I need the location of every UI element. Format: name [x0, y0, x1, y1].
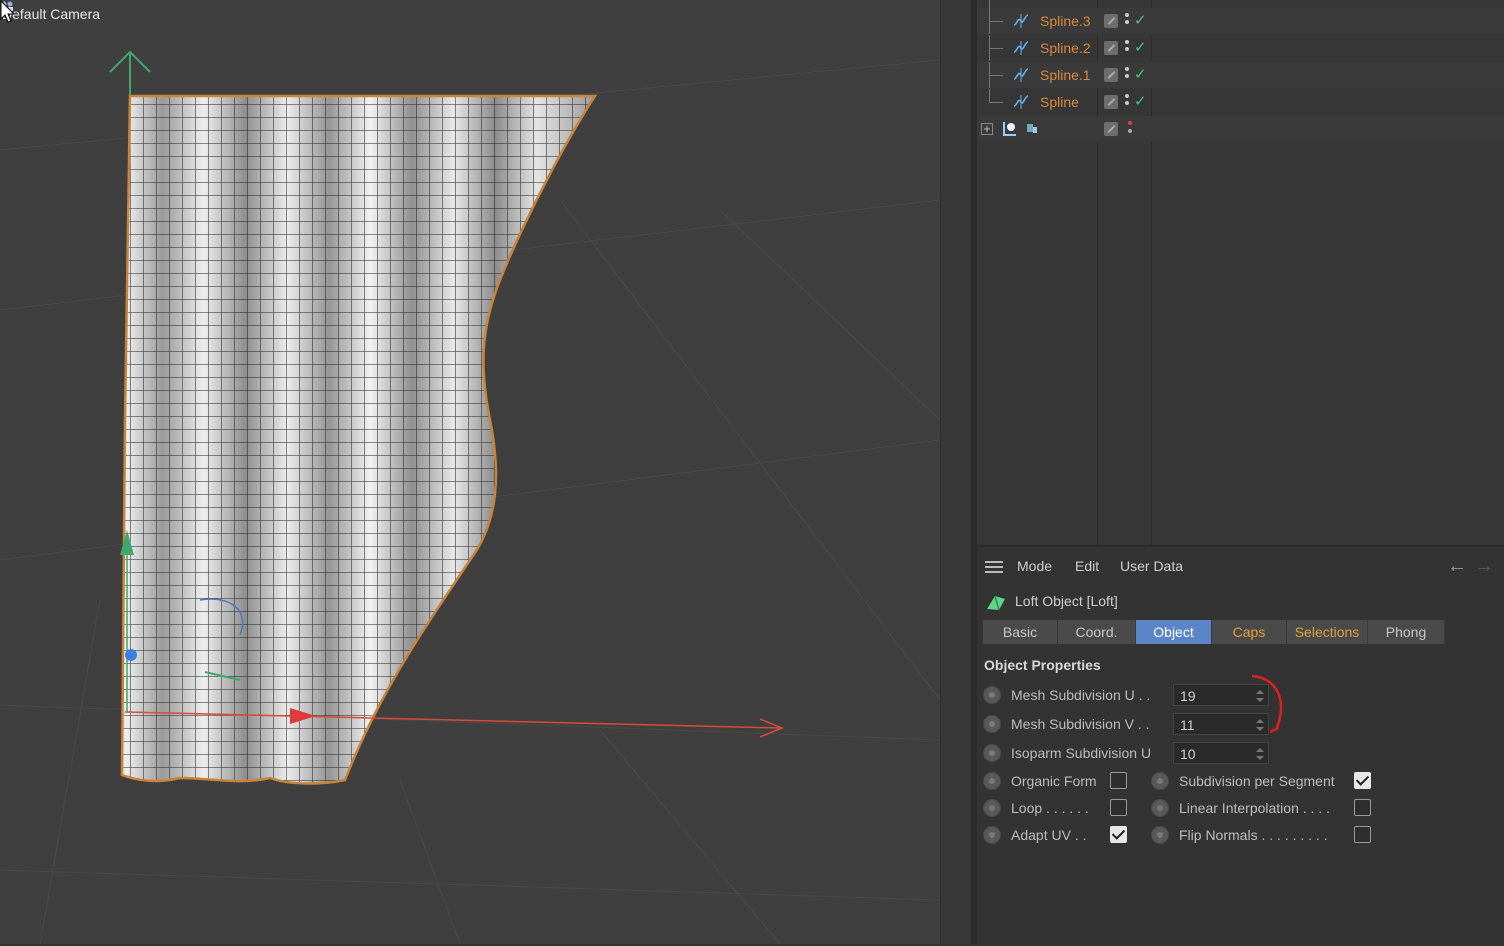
field-label: Mesh Subdivision V . .	[1011, 716, 1150, 732]
tab-phong[interactable]: Phong	[1368, 620, 1445, 644]
animate-radio-icon[interactable]	[983, 799, 1001, 817]
y-axis-arrow	[109, 50, 151, 96]
option-label: Loop . . . . . .	[1011, 800, 1089, 816]
object-name[interactable]: Spline	[1040, 94, 1079, 110]
organic-form-checkbox[interactable]	[1110, 772, 1127, 789]
layer-tag-icon[interactable]	[1104, 122, 1118, 136]
option-label: Linear Interpolation . . . .	[1179, 800, 1330, 816]
attribute-menu-bar: Mode Edit User Data ← →	[977, 553, 1504, 579]
object-name[interactable]: Spline.3	[1040, 13, 1091, 29]
option-organic-form: Organic Form	[983, 769, 1143, 793]
viewport-side-strip	[940, 0, 972, 944]
layer-tag-icon[interactable]	[1104, 95, 1118, 109]
enabled-check-icon[interactable]: ✓	[1134, 92, 1147, 110]
tab-object[interactable]: Object	[1136, 620, 1212, 644]
field-isoparm-subdivision-u: Isoparm Subdivision U 10	[983, 741, 1283, 765]
field-value: 10	[1180, 746, 1196, 762]
spline-icon	[1013, 14, 1029, 28]
object-row-spline-2[interactable]: Spline.2 ✓	[977, 35, 1504, 61]
menu-user-data[interactable]: User Data	[1120, 558, 1183, 574]
loop-checkbox[interactable]	[1110, 799, 1127, 816]
object-name[interactable]: Spline.1	[1040, 67, 1091, 83]
animate-radio-icon[interactable]	[1151, 772, 1169, 790]
menu-hamburger-icon[interactable]	[985, 561, 1003, 573]
animate-radio-icon[interactable]	[1151, 826, 1169, 844]
option-label: Subdivision per Segment	[1179, 773, 1335, 789]
tab-coord[interactable]: Coord.	[1058, 620, 1136, 644]
spline-icon	[1013, 68, 1029, 82]
animate-radio-icon[interactable]	[983, 744, 1001, 762]
spline-icon	[1013, 95, 1029, 109]
enabled-check-icon[interactable]: ✓	[1134, 65, 1147, 83]
object-manager: Spline.3 ✓ Spline.2 ✓ Spline.1 ✓ Spline …	[977, 0, 1504, 545]
animate-radio-icon[interactable]	[983, 826, 1001, 844]
menu-mode[interactable]: Mode	[1017, 558, 1052, 574]
layer-tag-icon[interactable]	[1104, 41, 1118, 55]
forward-arrow-icon[interactable]: →	[1474, 555, 1494, 578]
visibility-dots-icon[interactable]	[1125, 67, 1131, 83]
option-flip-normals: Flip Normals . . . . . . . . .	[1151, 823, 1381, 847]
object-row-light[interactable]	[977, 116, 1504, 142]
layer-tag-icon[interactable]	[1104, 14, 1118, 28]
field-value: 19	[1180, 688, 1196, 704]
option-adapt-uv: Adapt UV . .	[983, 823, 1143, 847]
camera-label[interactable]: Default Camera	[2, 6, 100, 22]
object-row-spline[interactable]: Spline ✓	[977, 89, 1504, 115]
option-subdivision-per-segment: Subdivision per Segment	[1151, 769, 1381, 793]
object-title: Loft Object [Loft]	[1015, 593, 1118, 609]
field-label: Isoparm Subdivision U	[1011, 745, 1152, 761]
animate-radio-icon[interactable]	[983, 715, 1001, 733]
option-label: Flip Normals . . . . . . . . .	[1179, 827, 1328, 843]
layer-tag-icon[interactable]	[1104, 68, 1118, 82]
section-title: Object Properties	[984, 657, 1101, 673]
animate-radio-icon[interactable]	[983, 772, 1001, 790]
option-loop: Loop . . . . . .	[983, 796, 1143, 820]
subdivision-per-segment-checkbox[interactable]	[1354, 772, 1371, 789]
visibility-dots-icon[interactable]	[1125, 94, 1131, 110]
tab-caps[interactable]: Caps	[1212, 620, 1287, 644]
object-row-spline-1[interactable]: Spline.1 ✓	[977, 62, 1504, 88]
object-row-spline-3[interactable]: Spline.3 ✓	[977, 8, 1504, 34]
light-icon	[1003, 122, 1016, 136]
loft-mesh	[122, 96, 595, 784]
visibility-dots-icon[interactable]	[1125, 13, 1131, 29]
visibility-red-dot-icon[interactable]	[1128, 121, 1132, 125]
z-handle[interactable]	[125, 649, 137, 661]
spline-icon	[1013, 41, 1029, 55]
mouse-cursor-icon	[0, 0, 16, 23]
list-item-partial	[977, 0, 1504, 8]
enabled-check-icon[interactable]: ✓	[1134, 11, 1147, 29]
tab-selections[interactable]: Selections	[1287, 620, 1368, 644]
loft-object-icon	[987, 595, 1005, 611]
3d-viewport[interactable]: Default Camera	[0, 0, 940, 944]
option-label: Organic Form	[1011, 773, 1097, 789]
linear-interpolation-checkbox[interactable]	[1354, 799, 1371, 816]
enabled-check-icon[interactable]: ✓	[1134, 38, 1147, 56]
option-linear-interpolation: Linear Interpolation . . . .	[1151, 796, 1381, 820]
flip-normals-checkbox[interactable]	[1354, 826, 1371, 843]
field-mesh-subdivision-u: Mesh Subdivision U . . 19	[983, 683, 1283, 707]
expand-icon[interactable]	[981, 123, 993, 135]
visibility-dots-icon[interactable]	[1125, 40, 1131, 56]
tab-basic[interactable]: Basic	[983, 620, 1058, 644]
attribute-manager: Mode Edit User Data ← → Loft Object [Lof…	[977, 545, 1504, 946]
animate-radio-icon[interactable]	[1151, 799, 1169, 817]
field-mesh-subdivision-v: Mesh Subdivision V . . 11	[983, 712, 1283, 736]
target-tag-icon	[1027, 124, 1037, 133]
field-label: Mesh Subdivision U . .	[1011, 687, 1151, 703]
object-name[interactable]: Spline.2	[1040, 40, 1091, 56]
option-label: Adapt UV . .	[1011, 827, 1087, 843]
viewport-canvas	[0, 50, 940, 944]
field-value: 11	[1180, 717, 1195, 733]
isoparm-subdivision-u-input[interactable]: 10	[1173, 742, 1269, 764]
spinner-icon[interactable]	[1256, 746, 1264, 762]
animate-radio-icon[interactable]	[983, 686, 1001, 704]
annotation-bracket	[1251, 674, 1283, 734]
adapt-uv-checkbox[interactable]	[1110, 826, 1127, 843]
visibility-gray-dot-icon[interactable]	[1128, 129, 1132, 133]
menu-edit[interactable]: Edit	[1075, 558, 1099, 574]
back-arrow-icon[interactable]: ←	[1447, 555, 1467, 578]
